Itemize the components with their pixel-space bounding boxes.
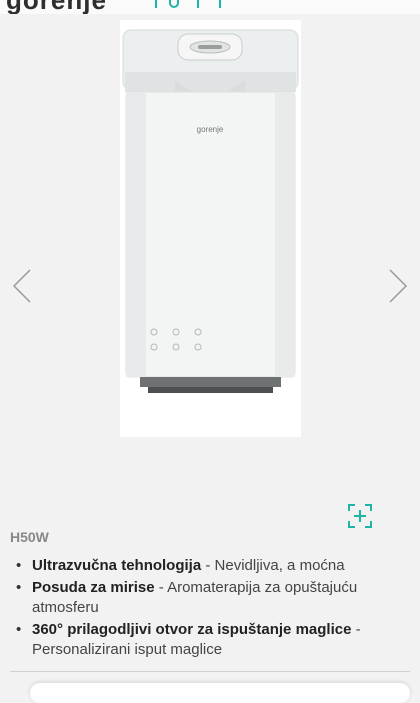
product-brand-label: gorenje [197,125,224,134]
chevron-left-icon[interactable] [10,266,34,306]
zoom-plus-icon[interactable] [347,503,373,529]
bottom-sheet[interactable] [30,683,410,703]
list-item: 360° prilagodljivi otvor za ispuštanje m… [10,620,405,660]
header-strip: gorenje [0,0,420,14]
feature-title: Posuda za mirise [32,579,155,596]
accent-decoration [155,0,221,8]
list-item: Ultrazvučna tehnologija - Nevidljiva, a … [10,556,405,576]
feature-list: Ultrazvučna tehnologija - Nevidljiva, a … [10,556,405,662]
feature-title: 360° prilagodljivi otvor za ispuštanje m… [32,621,352,638]
product-model: H50W [10,529,49,545]
chevron-right-icon[interactable] [386,266,410,306]
product-image-carousel[interactable]: gorenje [0,14,420,528]
brand-logo: gorenje [6,0,107,14]
divider [10,671,410,672]
humidifier-illustration: gorenje [120,29,301,437]
list-item: Posuda za mirise - Aromaterapija za opuš… [10,578,405,618]
feature-description: - Nevidljiva, a moćna [201,557,345,574]
feature-title: Ultrazvučna tehnologija [32,557,202,574]
product-image[interactable]: gorenje [120,20,301,437]
